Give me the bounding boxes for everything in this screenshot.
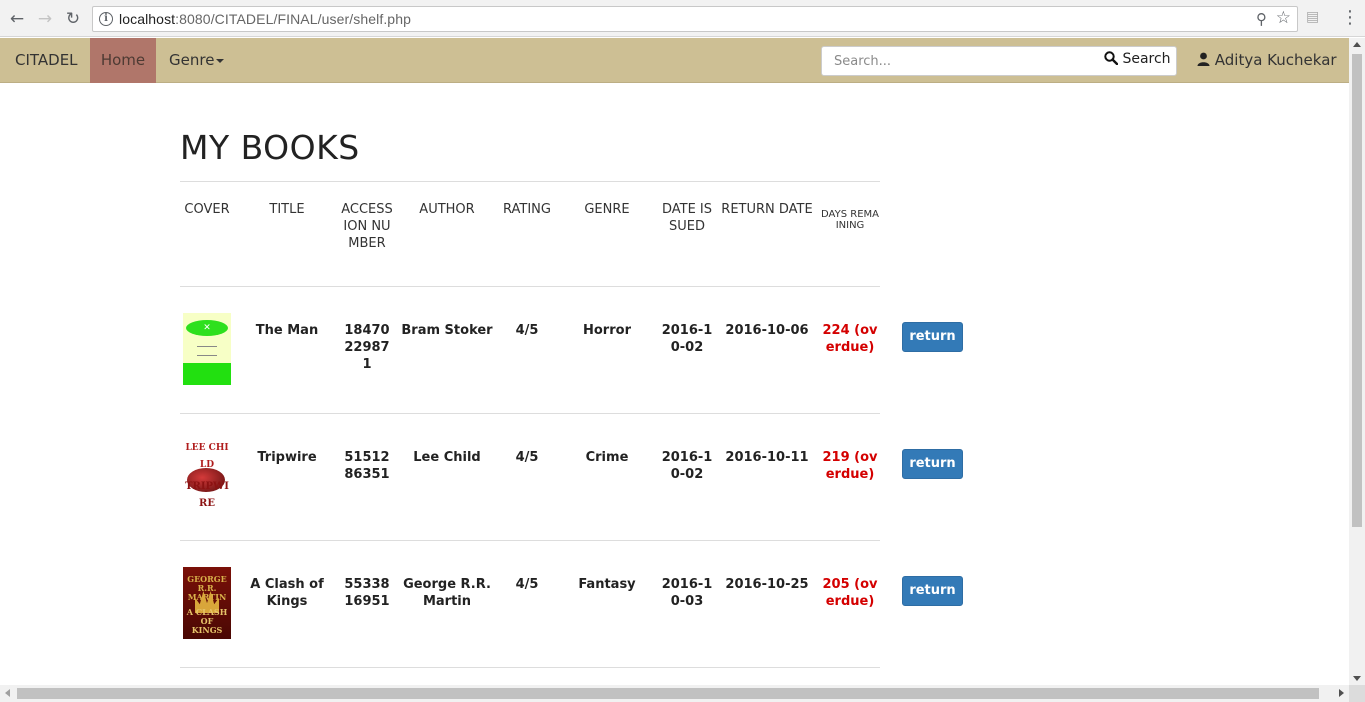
header-rating: RATING	[500, 181, 554, 287]
scroll-down-icon[interactable]	[1353, 676, 1361, 681]
table-row: LEE CHILD TRIPWIRE Tripwire 5151286351 L…	[180, 413, 880, 541]
search-button-label: Search	[1122, 51, 1171, 67]
nav-genre-dropdown[interactable]: Genre	[169, 51, 225, 69]
return-date-cell: 2016-10-25	[714, 540, 820, 668]
days-remaining-cell: 205 (overdue)	[820, 540, 880, 668]
date-issued-cell: 2016-10-02	[660, 286, 714, 414]
header-days-remaining: DAYS REMAINING	[820, 181, 880, 287]
title-cell: A Clash of Kings	[234, 540, 340, 668]
return-date-cell: 2016-10-06	[714, 286, 820, 414]
reload-icon[interactable]: ↻	[62, 8, 84, 30]
return-button[interactable]: return	[902, 322, 963, 352]
header-date-issued: DATE ISSUED	[660, 181, 714, 287]
scroll-right-icon[interactable]	[1339, 689, 1344, 697]
author-cell: Bram Stoker	[394, 286, 500, 414]
forward-arrow-icon[interactable]: →	[34, 8, 56, 30]
cover-cell: ✕	[180, 286, 234, 414]
search-input[interactable]	[822, 47, 1102, 75]
caret-down-icon	[216, 58, 225, 63]
page-title: MY BOOKS	[180, 128, 360, 167]
user-icon	[1197, 52, 1210, 66]
days-remaining-cell: 224 (overdue)	[820, 286, 880, 414]
days-remaining-cell: 219 (overdue)	[820, 413, 880, 541]
genre-cell: Fantasy	[554, 540, 660, 668]
table-row: GEORGE R.R. MARTIN A CLASH OF KINGS A Clas…	[180, 540, 880, 668]
date-issued-cell: 2016-10-02	[660, 413, 714, 541]
extension-icon[interactable]: ▤	[1306, 9, 1326, 27]
url-host: localhost	[119, 11, 176, 27]
scroll-left-icon[interactable]	[5, 689, 10, 697]
nav-genre-label: Genre	[169, 51, 215, 69]
return-button[interactable]: return	[902, 576, 963, 606]
book-cover-image[interactable]: GEORGE R.R. MARTIN A CLASH OF KINGS	[183, 567, 231, 639]
accession-cell: 18470229871	[340, 286, 394, 414]
return-button[interactable]: return	[902, 449, 963, 479]
address-bar[interactable]: i localhost:8080/CITADEL/FINAL/user/shel…	[92, 6, 1298, 32]
date-issued-cell: 2016-10-03	[660, 540, 714, 668]
header-cover: COVER	[180, 181, 234, 287]
menu-icon[interactable]: ⋮	[1340, 8, 1360, 28]
horizontal-scrollbar[interactable]	[0, 685, 1349, 702]
scroll-up-icon[interactable]	[1353, 42, 1361, 47]
header-title: TITLE	[234, 181, 340, 287]
brand-link[interactable]: CITADEL	[15, 51, 78, 69]
vertical-scroll-thumb[interactable]	[1352, 54, 1362, 527]
search-form: Search	[821, 46, 1177, 76]
books-table: COVER TITLE ACCESSION NUMBER AUTHOR RATI…	[180, 181, 880, 668]
back-arrow-icon[interactable]: ←	[6, 8, 28, 30]
header-accession: ACCESSION NUMBER	[340, 181, 394, 287]
vertical-scrollbar[interactable]	[1349, 38, 1365, 685]
author-cell: Lee Child	[394, 413, 500, 541]
book-cover-image[interactable]: ✕	[183, 313, 231, 385]
header-author: AUTHOR	[394, 181, 500, 287]
title-cell: The Man	[234, 286, 340, 414]
return-date-cell: 2016-10-11	[714, 413, 820, 541]
rating-cell: 4/5	[500, 413, 554, 541]
book-cover-image[interactable]: LEE CHILD TRIPWIRE	[183, 440, 231, 512]
url-path: :8080/CITADEL/FINAL/user/shelf.php	[175, 11, 411, 27]
rating-cell: 4/5	[500, 540, 554, 668]
user-menu-link[interactable]: Aditya Kuchekar	[1197, 51, 1337, 69]
scrollbar-corner	[1349, 685, 1365, 702]
title-cell: Tripwire	[234, 413, 340, 541]
url-text[interactable]: localhost:8080/CITADEL/FINAL/user/shelf.…	[119, 11, 411, 27]
search-button[interactable]: Search	[1104, 51, 1171, 67]
header-return-date: RETURN DATE	[714, 181, 820, 287]
browser-toolbar: ← → ↻ i localhost:8080/CITADEL/FINAL/use…	[0, 0, 1365, 37]
table-header-row: COVER TITLE ACCESSION NUMBER AUTHOR RATI…	[180, 181, 880, 287]
search-icon	[1104, 51, 1119, 66]
nav-home[interactable]: Home	[90, 38, 156, 83]
genre-cell: Horror	[554, 286, 660, 414]
site-navbar: CITADEL Home Genre Search Aditya Kucheka…	[0, 38, 1349, 83]
genre-cell: Crime	[554, 413, 660, 541]
user-name: Aditya Kuchekar	[1214, 51, 1337, 69]
rating-cell: 4/5	[500, 286, 554, 414]
zoom-icon[interactable]: ⚲	[1256, 10, 1267, 28]
cover-cell: GEORGE R.R. MARTIN A CLASH OF KINGS	[180, 540, 234, 668]
accession-cell: 5151286351	[340, 413, 394, 541]
author-cell: George R.R. Martin	[394, 540, 500, 668]
info-icon[interactable]: i	[99, 12, 113, 26]
horizontal-scroll-thumb[interactable]	[17, 688, 1319, 699]
header-genre: GENRE	[554, 181, 660, 287]
cover-cell: LEE CHILD TRIPWIRE	[180, 413, 234, 541]
star-icon[interactable]: ☆	[1276, 8, 1291, 28]
accession-cell: 5533816951	[340, 540, 394, 668]
table-row: ✕ The Man 18470229871 Bram Stoker 4/5 Ho…	[180, 286, 880, 414]
